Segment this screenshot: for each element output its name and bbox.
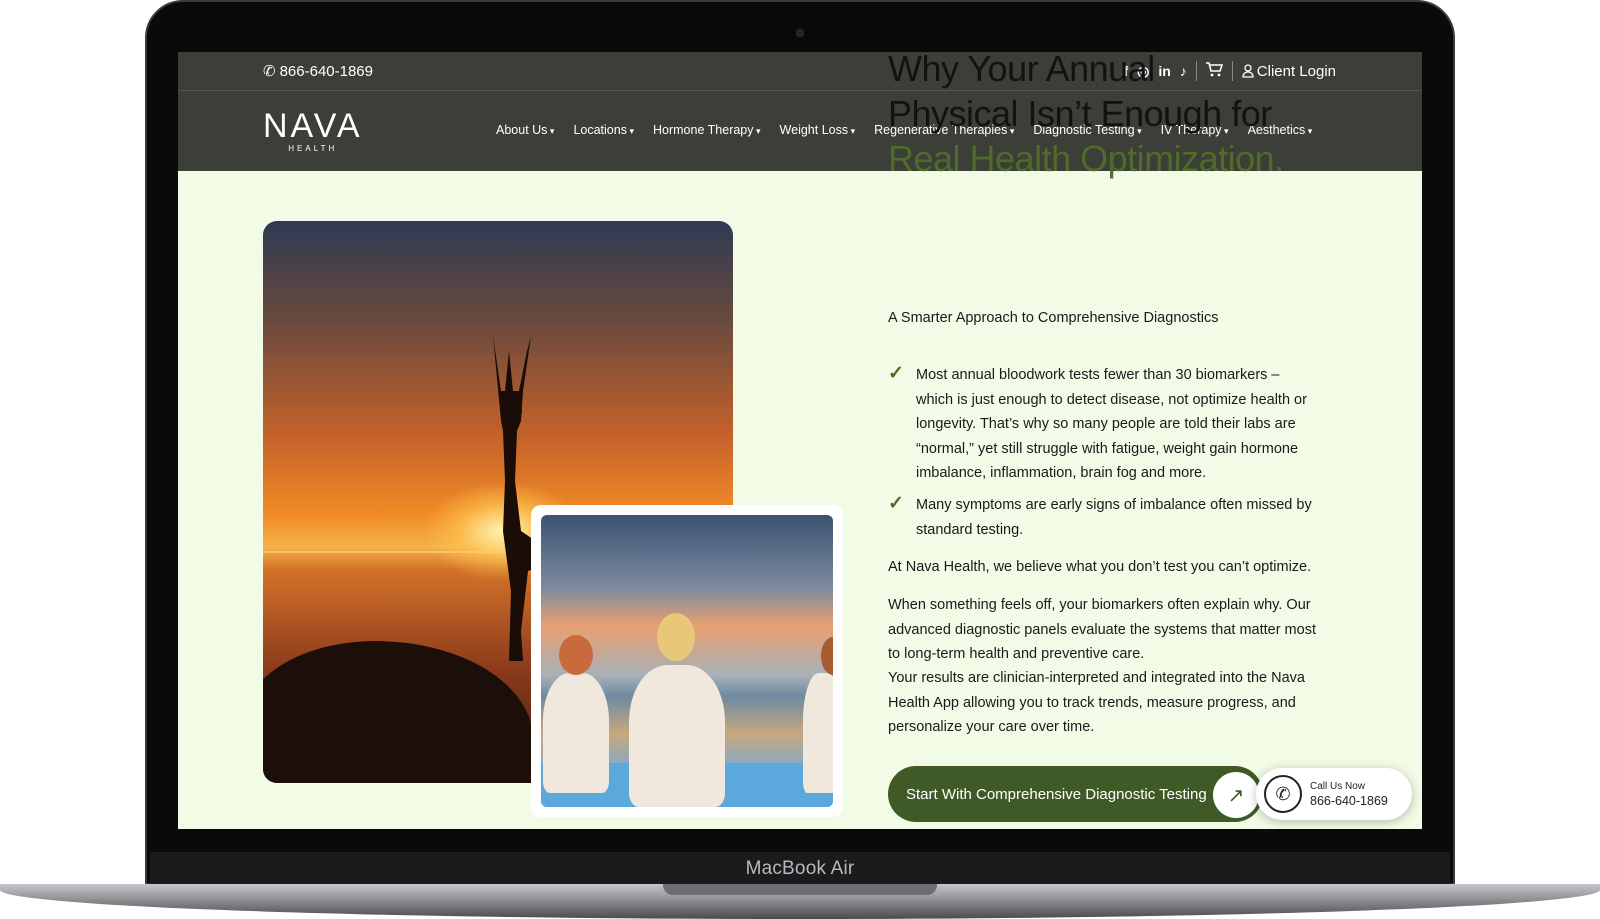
browser-screen: ✆ 866-640-1869 f ◎ in ♪ Client Login NAV…: [178, 52, 1422, 829]
start-diagnostic-testing-button[interactable]: Start With Comprehensive Diagnostic Test…: [888, 766, 1263, 822]
hero-title-line1: Why Your Annual: [888, 52, 1155, 89]
hero-paragraph-1: At Nava Health, we believe what you don’…: [888, 559, 1312, 575]
device-label: MacBook Air: [745, 857, 855, 879]
phone-icon: ✆: [1264, 775, 1302, 813]
laptop-notch: [663, 884, 937, 895]
bullet-text: Many symptoms are early signs of imbalan…: [916, 497, 1312, 538]
phone-icon: ✆: [263, 63, 276, 80]
hero-title-line2: Physical Isn’t Enough for: [888, 93, 1272, 134]
call-widget-number: 866-640-1869: [1310, 794, 1388, 808]
hero-title: Why Your Annual Physical Isn’t Enough fo…: [888, 52, 1348, 181]
hero-subtitle: A Smarter Approach to Comprehensive Diag…: [888, 310, 1219, 326]
top-phone-link[interactable]: ✆ 866-640-1869: [263, 62, 373, 81]
call-us-widget[interactable]: ✆ Call Us Now 866-640-1869: [1256, 768, 1412, 820]
group-yoga-scene: [541, 515, 833, 807]
hero-paragraph-2: When something feels off, your biomarker…: [888, 597, 1316, 662]
person-center: [629, 665, 725, 807]
person-left-head: [559, 635, 593, 675]
person-left: [543, 673, 609, 793]
top-phone-number: 866-640-1869: [279, 62, 373, 80]
logo-word: NAVA: [263, 107, 363, 145]
check-icon: ✓: [888, 493, 904, 514]
person-center-head: [657, 613, 695, 661]
person-right-head: [821, 637, 833, 675]
laptop-chin: MacBook Air: [150, 852, 1450, 885]
hero-title-accent: Real Health Optimization.: [888, 138, 1284, 179]
call-widget-label: Call Us Now: [1310, 781, 1366, 792]
hero-paragraph-3: Your results are clinician-interpreted a…: [888, 670, 1305, 735]
nava-logo[interactable]: NAVA HEALTH: [263, 109, 363, 153]
nav-weight-loss[interactable]: Weight Loss: [780, 123, 856, 137]
arrow-up-right-icon[interactable]: ↗: [1213, 772, 1259, 818]
nav-hormone-therapy[interactable]: Hormone Therapy: [653, 123, 761, 137]
person-right: [803, 673, 833, 793]
camera-icon: [796, 29, 804, 37]
group-yoga-image: [531, 505, 843, 817]
nav-locations[interactable]: Locations: [573, 123, 634, 137]
bullet-text: Most annual bloodwork tests fewer than 3…: [916, 367, 1307, 481]
logo-sub: HEALTH: [288, 144, 338, 153]
bullet-item: ✓ Many symptoms are early signs of imbal…: [888, 493, 1318, 542]
cta-label: Start With Comprehensive Diagnostic Test…: [906, 785, 1207, 803]
rock: [263, 641, 533, 783]
nav-about-us[interactable]: About Us: [496, 123, 554, 137]
call-widget-text: Call Us Now 866-640-1869: [1310, 780, 1388, 808]
check-icon: ✓: [888, 363, 904, 384]
bullet-item: ✓ Most annual bloodwork tests fewer than…: [888, 363, 1318, 486]
